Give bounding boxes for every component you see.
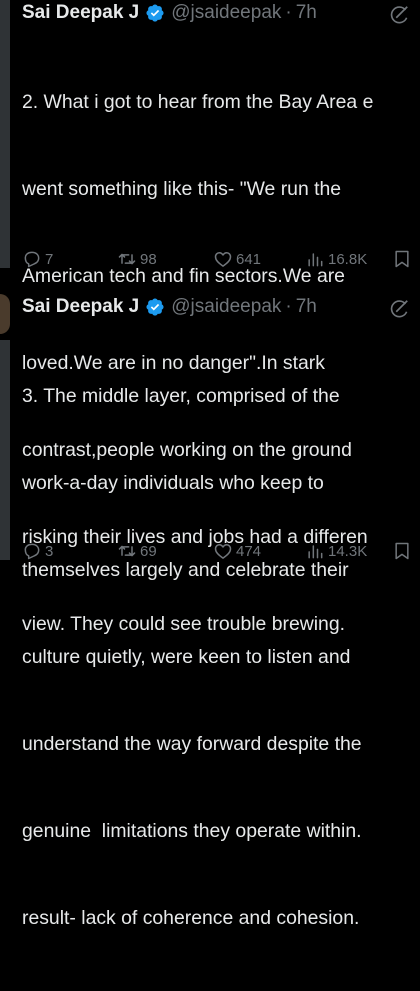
views-icon — [308, 545, 323, 559]
bookmark-button[interactable] — [392, 537, 415, 565]
tweet-text-line: understand the way forward despite the — [22, 733, 362, 755]
verified-badge-icon — [146, 298, 164, 316]
tweet-text-line: culture quietly, were keen to listen and — [22, 646, 351, 668]
repost-icon — [118, 545, 136, 557]
reply-button[interactable]: 7 — [22, 245, 53, 273]
tweet-header: Sai Deepak J @jsaideepak · 7h — [22, 0, 317, 26]
verified-badge-icon — [146, 4, 164, 22]
author-handle[interactable]: @jsaideepak — [171, 296, 281, 318]
tweet-header: Sai Deepak J @jsaideepak · 7h — [22, 294, 317, 320]
views-count: 14.3K — [328, 542, 368, 560]
tweet[interactable]: Sai Deepak J @jsaideepak · 7h 3. The mid… — [0, 294, 420, 929]
tweet[interactable]: Sai Deepak J @jsaideepak · 7h 2. What i … — [0, 0, 420, 635]
views-icon — [308, 253, 323, 267]
like-count: 474 — [236, 542, 262, 560]
grok-icon[interactable] — [388, 298, 410, 320]
bookmark-icon — [395, 542, 409, 560]
like-button[interactable]: 474 — [213, 537, 261, 565]
separator-dot: · — [285, 2, 292, 23]
avatar[interactable] — [0, 294, 10, 334]
reply-count: 7 — [45, 250, 54, 268]
like-count: 641 — [236, 250, 262, 268]
reply-icon — [24, 251, 40, 268]
like-button[interactable]: 641 — [213, 245, 261, 273]
tweet-text-line: work-a-day individuals who keep to — [22, 472, 324, 494]
repost-count: 69 — [140, 542, 157, 560]
tweet-text-line: went something like this- "We run the — [22, 178, 342, 200]
tweet-text-line: result- lack of coherence and cohesion. — [22, 907, 360, 929]
like-icon — [214, 544, 232, 559]
tweet-text-line: 3. The middle layer, comprised of the — [22, 385, 340, 407]
author-name[interactable]: Sai Deepak J — [22, 2, 139, 24]
separator-dot: · — [285, 296, 292, 317]
repost-icon — [118, 253, 136, 265]
tweet-text: 3. The middle layer, comprised of the wo… — [22, 324, 420, 991]
tweet-text-line: 2. What i got to hear from the Bay Area … — [22, 91, 374, 113]
bookmark-icon — [395, 250, 409, 268]
repost-button[interactable]: 98 — [117, 245, 157, 273]
author-handle[interactable]: @jsaideepak — [171, 2, 281, 24]
timestamp[interactable]: 7h — [296, 2, 317, 24]
reply-button[interactable]: 3 — [22, 537, 53, 565]
like-icon — [214, 252, 232, 267]
repost-count: 98 — [140, 250, 157, 268]
views-count: 16.8K — [328, 250, 368, 268]
action-bar: 3 69 474 14.3K — [0, 537, 420, 565]
views-button[interactable]: 14.3K — [305, 537, 367, 565]
author-name[interactable]: Sai Deepak J — [22, 296, 139, 318]
repost-button[interactable]: 69 — [117, 537, 157, 565]
bookmark-button[interactable] — [392, 245, 415, 273]
grok-icon[interactable] — [388, 4, 410, 26]
reply-icon — [24, 543, 40, 560]
tweet-text-line: genuine limitations they operate within. — [22, 820, 362, 842]
action-bar: 7 98 641 16.8K — [0, 245, 420, 273]
views-button[interactable]: 16.8K — [305, 245, 367, 273]
reply-count: 3 — [45, 542, 54, 560]
timestamp[interactable]: 7h — [296, 296, 317, 318]
